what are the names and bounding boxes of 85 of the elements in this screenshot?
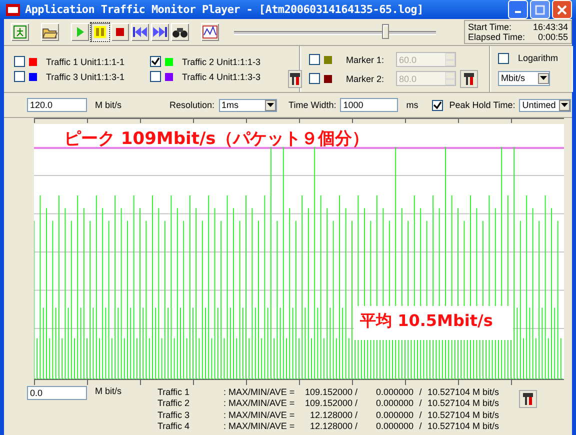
peak-hold-label: Peak Hold Time:: [449, 100, 516, 110]
max-value: 12.128000 /: [308, 421, 358, 432]
min-value: 0.000000: [374, 410, 414, 420]
time-label: Elapsed Time:: [468, 32, 526, 42]
window-title: Application Traffic Monitor Player - [Atm20060314164135-65.log]: [25, 3, 424, 16]
unit-label: M bit/s: [95, 100, 122, 110]
unit-label: M bit/s: [95, 386, 122, 396]
traffic-label: Traffic 4 Unit1:1:3-3: [182, 72, 261, 82]
traffic-name: Traffic 3: [158, 410, 191, 420]
caret-icon: [561, 103, 568, 107]
min-value: 0.000000: [374, 421, 414, 432]
resolution-label: Resolution:: [170, 100, 215, 110]
close-button[interactable]: [552, 0, 572, 19]
unit-label: M bit/s: [472, 410, 500, 420]
stat-label: : MAX/MIN/AVE =: [224, 386, 294, 397]
stat-label: : MAX/MIN/AVE =: [224, 421, 294, 432]
max-value: 109.152000 /: [304, 398, 358, 408]
find-button[interactable]: [170, 22, 190, 42]
checkbox[interactable]: [150, 56, 161, 67]
min-value: 0.000000: [374, 386, 414, 397]
traffic-label: Traffic 1 Unit1:1:1-1: [46, 56, 125, 66]
stat-label: : MAX/MIN/AVE =: [224, 398, 294, 408]
exit-button[interactable]: [10, 22, 30, 42]
time-value: 0:00:55: [538, 32, 568, 42]
traffic-name: Traffic 2: [158, 398, 191, 408]
max-value-field[interactable]: 120.0: [27, 98, 87, 112]
time-value: 16:43:34: [532, 22, 568, 32]
time-label: Start Time:: [468, 22, 512, 32]
clear-button[interactable]: [519, 390, 538, 408]
resolution-dropdown[interactable]: 1ms: [218, 98, 277, 112]
rewind-button[interactable]: [130, 22, 150, 42]
checkbox[interactable]: [432, 100, 444, 110]
marker-label: Marker 1:: [346, 54, 386, 64]
stat-label: : MAX/MIN/AVE =: [224, 410, 294, 420]
unit-label: M bit/s: [472, 398, 500, 408]
separator: /: [418, 410, 423, 420]
checkbox[interactable]: [14, 71, 25, 82]
clear-button[interactable]: [460, 70, 478, 88]
max-value: 109.152000 /: [304, 386, 358, 397]
caret-icon: [266, 103, 274, 107]
play-icon: [74, 25, 86, 39]
rewind-icon: [132, 25, 148, 39]
marker-label: Marker 2:: [346, 74, 386, 84]
separator: /: [418, 398, 423, 408]
min-value: 0.000000: [374, 398, 414, 408]
pause-icon: [93, 25, 107, 39]
checkbox[interactable]: [498, 52, 509, 64]
caret-icon: [540, 76, 547, 80]
time-width-field[interactable]: 1000: [340, 98, 398, 112]
average-annotation: 平均 10.5Mbit/s: [354, 306, 513, 340]
maximize-icon: [535, 4, 545, 14]
traffic-label: Traffic 2 Unit1:1:1-3: [182, 56, 261, 66]
unit-label: M bit/s: [472, 386, 500, 397]
time-width-label: Time Width:: [288, 100, 336, 110]
clear-button[interactable]: [288, 70, 302, 88]
checkbox[interactable]: [14, 56, 25, 67]
traffic-name: Traffic 1: [158, 386, 191, 397]
checkbox[interactable]: [150, 71, 161, 82]
fast-forward-icon: [152, 25, 168, 39]
traffic-name: Traffic 4: [158, 421, 191, 432]
logarithm-label: Logarithm: [518, 53, 558, 63]
max-value: 12.128000 /: [308, 410, 358, 420]
chart-button[interactable]: [200, 22, 220, 42]
unit-label: M bit/s: [472, 421, 500, 432]
separator: /: [418, 386, 423, 397]
stop-icon: [114, 26, 126, 38]
separator: /: [418, 421, 423, 432]
binoculars-icon: [172, 25, 188, 39]
pause-button[interactable]: [90, 22, 110, 42]
chart-icon: [202, 25, 218, 39]
check-icon: [433, 100, 442, 110]
min-value-field[interactable]: 0.0: [27, 386, 87, 400]
app-icon: [6, 4, 20, 16]
peak-annotation: ピーク 109Mbit/s（パケット９個分）: [64, 128, 369, 150]
peak-hold-dropdown[interactable]: Untimed: [519, 98, 572, 112]
minimize-button[interactable]: [508, 0, 528, 19]
forward-button[interactable]: [150, 22, 170, 42]
close-icon: [557, 4, 567, 14]
open-button[interactable]: [40, 22, 60, 42]
position-slider[interactable]: [234, 22, 436, 42]
unit-label: ms: [406, 100, 418, 110]
unit-dropdown[interactable]: Mbit/s: [498, 70, 550, 86]
stop-button[interactable]: [110, 22, 130, 42]
check-icon: [151, 57, 160, 66]
traffic-label: Traffic 3 Unit1:1:3-1: [46, 72, 125, 82]
